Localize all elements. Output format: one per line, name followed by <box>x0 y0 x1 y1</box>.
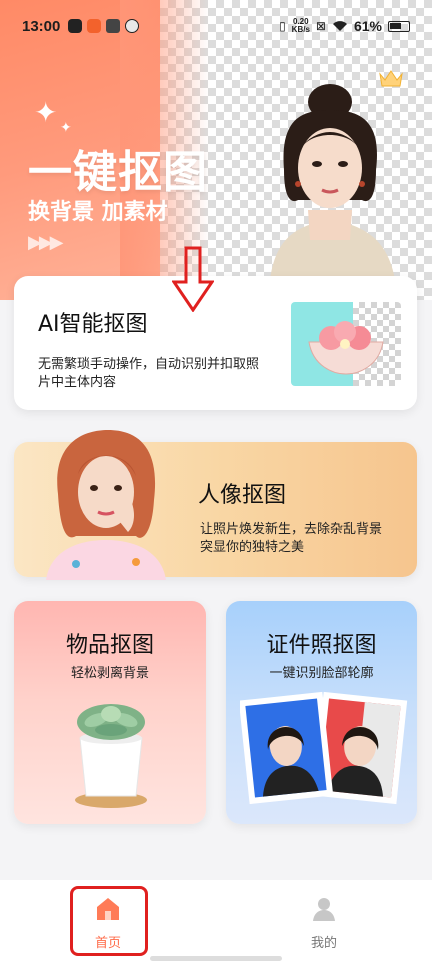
id-photo-cutout-title: 证件照抠图 <box>266 633 377 658</box>
object-cutout-title: 物品抠图 <box>65 633 154 658</box>
succulent-plant-image <box>75 704 147 808</box>
notification-icons <box>68 19 140 33</box>
hero-title: 一键抠图 <box>28 147 208 198</box>
vibrate-icon: ▯ <box>279 19 286 33</box>
home-highlight-box <box>70 886 148 956</box>
ai-cutout-title: AI智能抠图 <box>38 312 148 337</box>
nav-mine[interactable]: 我的 <box>284 896 364 951</box>
sparkle-small-icon: ✦ <box>60 120 72 136</box>
ai-cutout-description: 无需繁琐手动操作，自动识别并扣取照片中主体内容 <box>38 357 260 390</box>
ai-cutout-thumbnail <box>291 302 401 386</box>
down-arrow-icon <box>172 246 214 312</box>
tiktok-icon <box>68 19 83 33</box>
id-photo-cutout-description: 一键识别脸部轮廓 <box>269 666 374 681</box>
status-bar: 13:00 ▯ 0.20 KB/s ⊠ 61% <box>0 0 432 52</box>
id-photo-samples-image <box>240 691 408 805</box>
no-sim-icon: ⊠ <box>315 19 326 33</box>
gesture-bar[interactable] <box>150 956 282 961</box>
portrait-cutout-description: 让照片焕发新生，去除杂乱背景突显你的独特之美 <box>200 522 383 555</box>
taobao-icon <box>87 19 102 33</box>
battery-percent: 61% <box>353 18 382 34</box>
wifi-icon <box>332 21 347 31</box>
browser-icon <box>125 19 140 33</box>
crown-icon <box>379 70 403 87</box>
ai-cutout-card[interactable]: AI智能抠图 无需繁琐手动操作，自动识别并扣取照片中主体内容 <box>14 276 417 410</box>
hero-subtitle: 换背景 加素材 <box>28 200 168 225</box>
app-icon <box>106 19 121 33</box>
status-right: ▯ 0.20 KB/s ⊠ 61% <box>279 18 410 34</box>
flower-bowl-image <box>308 321 384 375</box>
user-profile-icon <box>313 898 335 921</box>
network-speed: 0.20 KB/s <box>292 18 310 34</box>
portrait-girl-image <box>46 430 166 580</box>
nav-mine-label: 我的 <box>310 936 337 951</box>
sparkle-icon: ✦ <box>34 96 58 129</box>
triple-chevron-icon: ▶▶▶ <box>28 232 63 253</box>
object-cutout-description: 轻松剥离背景 <box>70 666 149 681</box>
hero-portrait-image <box>270 84 395 280</box>
status-time: 13:00 <box>22 17 61 35</box>
portrait-cutout-title: 人像抠图 <box>198 483 287 508</box>
bottom-navigation <box>0 880 432 964</box>
battery-icon <box>388 20 410 32</box>
network-speed-unit: KB/s <box>291 25 310 34</box>
